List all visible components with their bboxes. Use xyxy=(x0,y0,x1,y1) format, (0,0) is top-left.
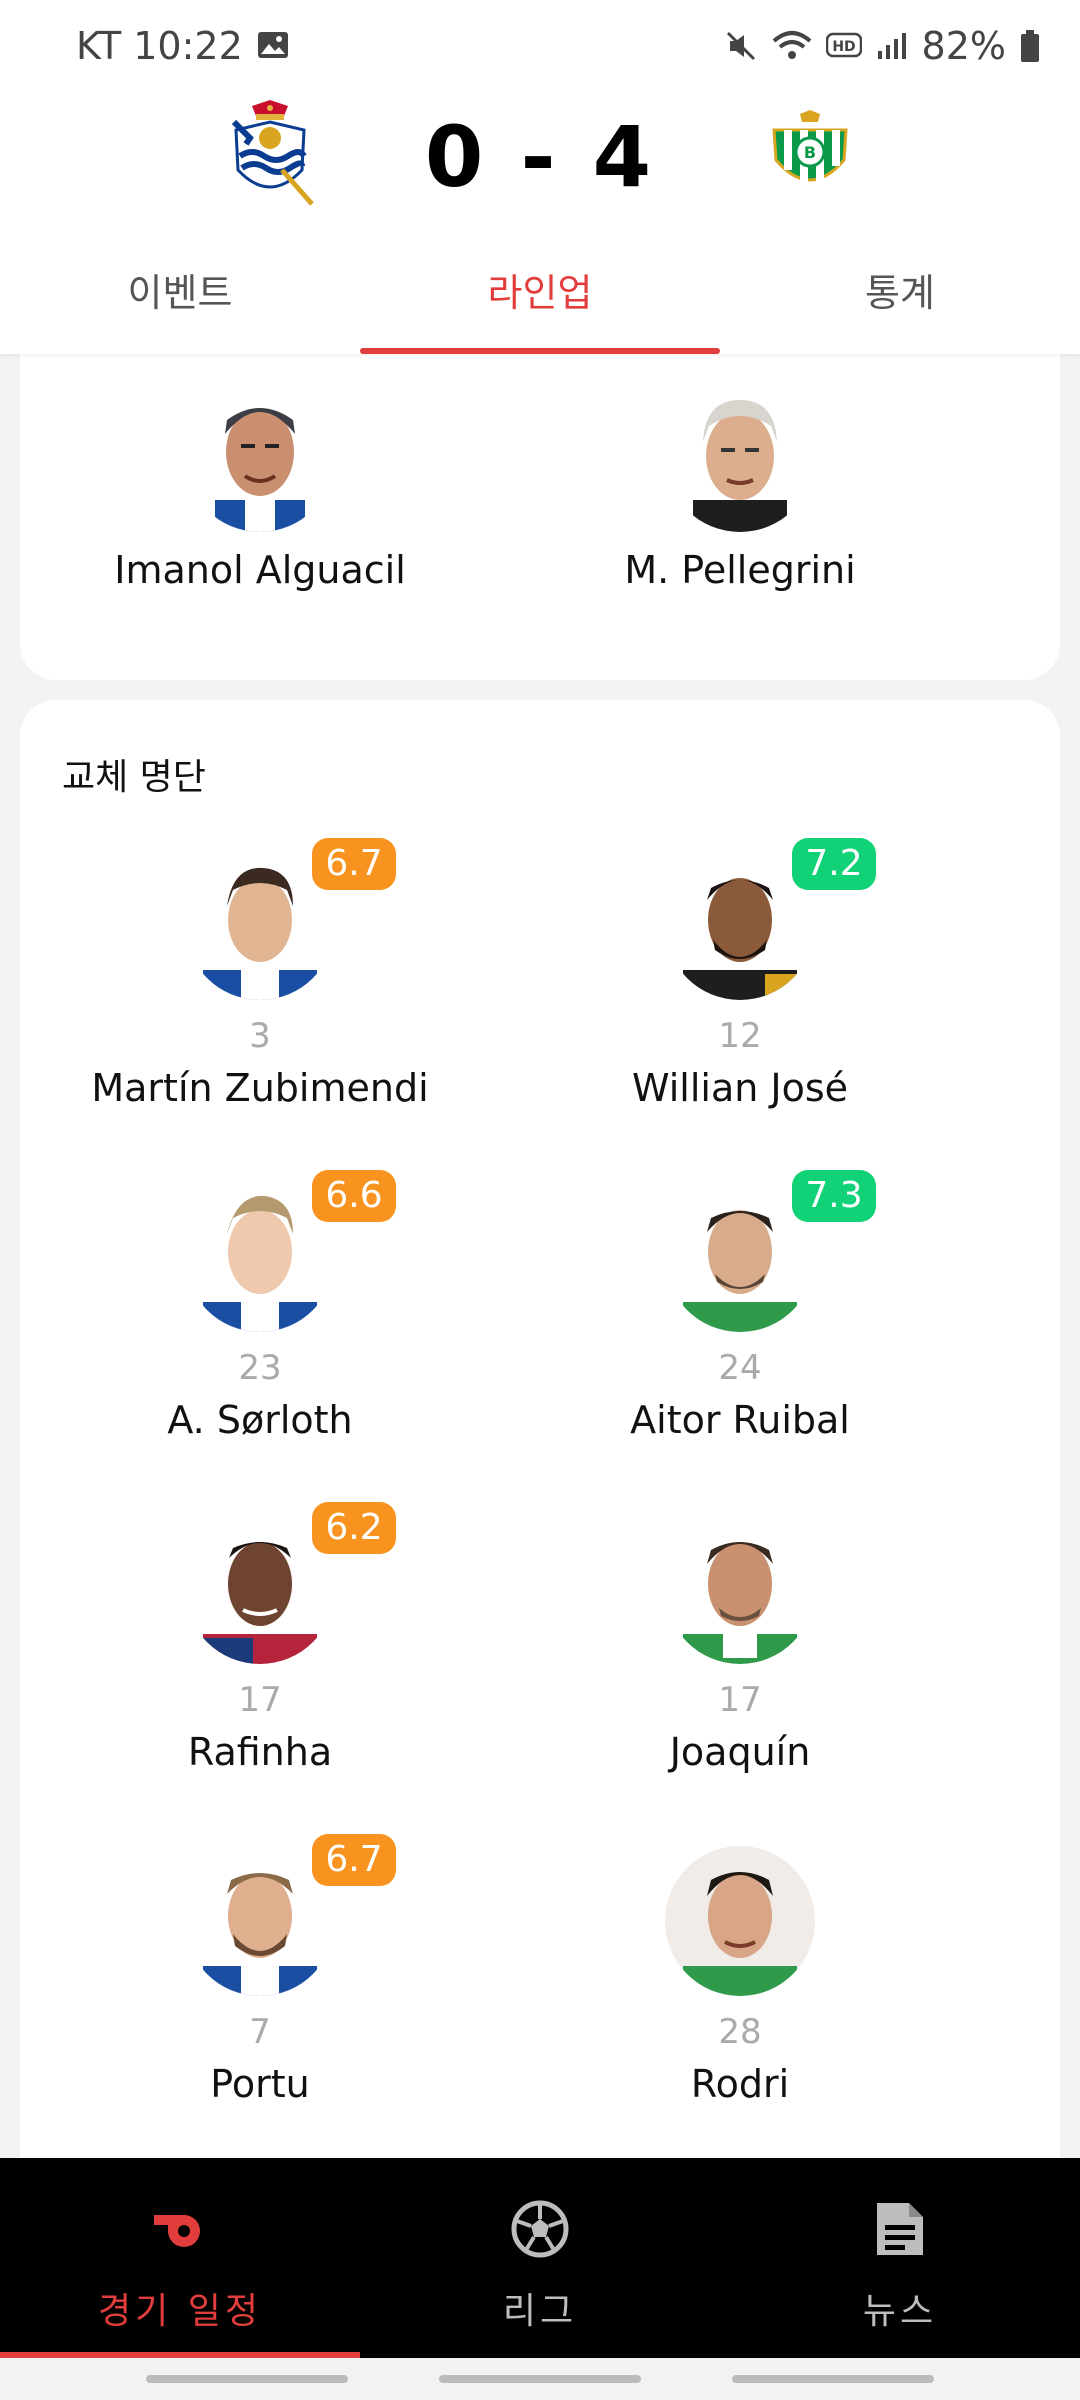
signal-icon xyxy=(876,31,908,61)
player-number: 23 xyxy=(238,1348,282,1388)
player-rating-badge: 7.3 xyxy=(792,1170,876,1222)
document-icon xyxy=(720,2194,1080,2264)
substitute-player[interactable]: 6.7 7 Portu xyxy=(20,1834,500,2106)
tab-stats[interactable]: 통계 xyxy=(720,230,1080,354)
coach-name: M. Pellegrini xyxy=(624,548,856,592)
substitute-player[interactable]: 7.3 24 Aitor Ruibal xyxy=(500,1170,980,1442)
substitute-player[interactable]: 6.7 3 Martín Zubimendi xyxy=(20,838,500,1110)
player-rating-badge: 6.7 xyxy=(312,1834,396,1886)
tab-lineup[interactable]: 라인업 xyxy=(360,230,720,354)
gesture-handle[interactable] xyxy=(732,2375,935,2383)
substitute-player[interactable]: 7.2 12 Willian José xyxy=(500,838,980,1110)
real-betis-crest-icon: B xyxy=(762,110,858,200)
player-photo xyxy=(665,1846,815,1996)
nav-fixtures[interactable]: 경기 일정 xyxy=(0,2158,360,2358)
player-name: Willian José xyxy=(631,1066,849,1110)
coaches-card: 감독 Imanol Alguacil xyxy=(20,354,1060,680)
player-name: Martín Zubimendi xyxy=(91,1066,429,1110)
coach-home[interactable]: Imanol Alguacil xyxy=(20,382,500,592)
substitute-player[interactable]: 6.2 17 Rafinha xyxy=(20,1502,500,1774)
player-number: 3 xyxy=(249,1016,271,1056)
system-gesture-bar xyxy=(0,2358,1080,2400)
substitutes-card: 교체 명단 6.7 3 Martín Zubimendi 7.2 12 Will… xyxy=(20,700,1060,2158)
whistle-icon xyxy=(0,2194,360,2264)
real-sociedad-crest-icon xyxy=(222,100,318,210)
gesture-handle[interactable] xyxy=(145,2375,348,2383)
nav-label: 경기 일정 xyxy=(98,2291,262,2332)
substitute-player[interactable]: 28 Rodri xyxy=(500,1846,980,2106)
player-rating-badge: 6.6 xyxy=(312,1170,396,1222)
match-tabs: 이벤트 라인업 통계 xyxy=(0,230,1080,354)
substitutes-title: 교체 명단 xyxy=(62,757,206,798)
lineup-content[interactable]: 감독 Imanol Alguacil xyxy=(0,354,1080,2158)
bottom-navigation: 경기 일정 리그 뉴스 xyxy=(0,2158,1080,2358)
player-name: Joaquín xyxy=(669,1730,811,1774)
player-rating-badge: 6.2 xyxy=(312,1502,396,1554)
match-score: 0 - 4 xyxy=(424,108,656,206)
nav-league[interactable]: 리그 xyxy=(360,2158,720,2358)
substitute-player[interactable]: 17 Joaquín xyxy=(500,1514,980,1774)
coach-away[interactable]: M. Pellegrini xyxy=(500,382,980,592)
mute-icon xyxy=(724,29,758,63)
coach-photo xyxy=(185,382,335,532)
player-name: Rodri xyxy=(690,2062,790,2106)
player-number: 28 xyxy=(718,2012,762,2052)
player-photo xyxy=(665,1514,815,1664)
nav-label: 리그 xyxy=(502,2291,578,2332)
wifi-icon xyxy=(772,29,812,63)
player-rating-badge: 6.7 xyxy=(312,838,396,890)
nav-label: 뉴스 xyxy=(862,2291,938,2332)
player-name: Aitor Ruibal xyxy=(630,1398,850,1442)
status-bar: KT 10:22 HD 82% xyxy=(0,0,1080,92)
player-name: Rafinha xyxy=(187,1730,333,1774)
svg-text:B: B xyxy=(804,143,816,162)
substitute-player[interactable]: 6.6 23 A. Sørloth xyxy=(20,1170,500,1442)
player-number: 7 xyxy=(249,2012,271,2052)
player-name: A. Sørloth xyxy=(167,1398,353,1442)
coaches-title: 감독 xyxy=(62,354,128,360)
gesture-handle[interactable] xyxy=(438,2375,641,2383)
carrier-time: KT 10:22 xyxy=(76,24,243,68)
coach-photo xyxy=(665,382,815,532)
player-number: 17 xyxy=(718,1680,762,1720)
hd-icon: HD xyxy=(825,32,862,60)
soccer-ball-icon xyxy=(360,2194,720,2264)
battery-icon xyxy=(1020,29,1040,63)
battery-percent: 82% xyxy=(921,24,1006,68)
player-number: 17 xyxy=(238,1680,282,1720)
svg-text:HD: HD xyxy=(832,39,855,55)
coach-name: Imanol Alguacil xyxy=(114,548,406,592)
player-number: 12 xyxy=(718,1016,762,1056)
player-number: 24 xyxy=(718,1348,762,1388)
player-rating-badge: 7.2 xyxy=(792,838,876,890)
nav-news[interactable]: 뉴스 xyxy=(720,2158,1080,2358)
match-header: 0 - 4 B xyxy=(0,92,1080,228)
player-name: Portu xyxy=(210,2062,310,2106)
tab-events[interactable]: 이벤트 xyxy=(0,230,360,354)
image-icon xyxy=(257,24,289,68)
